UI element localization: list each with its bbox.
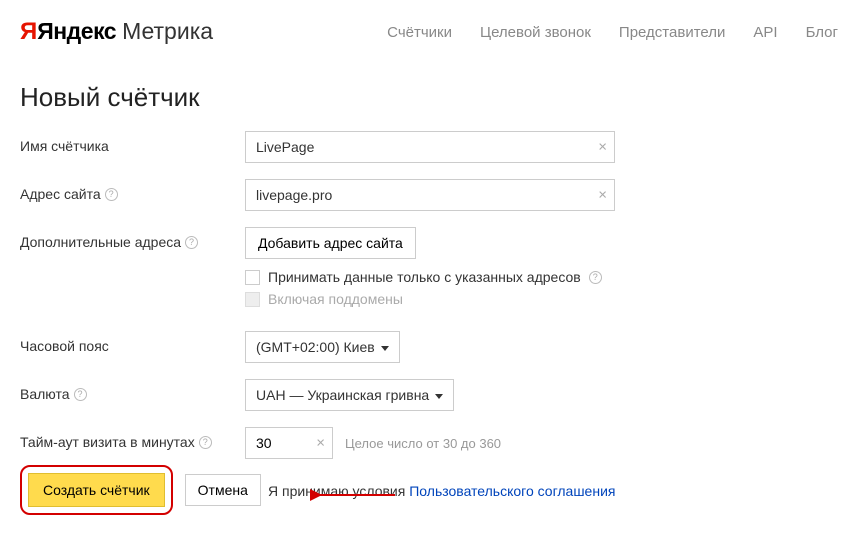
- top-nav: Счётчики Целевой звонок Представители AP…: [387, 24, 838, 41]
- logo-yandex-text: Яндекс: [37, 18, 116, 44]
- add-site-address-button[interactable]: Добавить адрес сайта: [245, 227, 416, 259]
- help-icon[interactable]: ?: [199, 436, 212, 449]
- clear-icon[interactable]: ×: [316, 435, 325, 452]
- timezone-select[interactable]: (GMT+02:00) Киев: [245, 331, 400, 363]
- label-site-address: Адрес сайта ?: [20, 179, 245, 202]
- cancel-button[interactable]: Отмена: [185, 474, 261, 506]
- nav-representatives[interactable]: Представители: [619, 24, 725, 41]
- counter-form: Имя счётчика × Адрес сайта ? × Дополните…: [0, 131, 862, 499]
- timeout-hint: Целое число от 30 до 360: [345, 436, 501, 451]
- accept-only-specified-checkbox[interactable]: [245, 270, 260, 285]
- label-counter-name: Имя счётчика: [20, 131, 245, 154]
- label-currency: Валюта ?: [20, 379, 245, 402]
- label-additional-addresses: Дополнительные адреса ?: [20, 227, 245, 250]
- accept-only-specified-label: Принимать данные только с указанных адре…: [268, 269, 581, 285]
- nav-target-call[interactable]: Целевой звонок: [480, 24, 591, 41]
- chevron-down-icon: [381, 346, 389, 351]
- arrow-annotation-icon: [310, 483, 400, 507]
- site-address-input[interactable]: [245, 179, 615, 211]
- label-timeout: Тайм-аут визита в минутах ?: [20, 427, 245, 450]
- help-icon[interactable]: ?: [589, 271, 602, 284]
- counter-name-input[interactable]: [245, 131, 615, 163]
- help-icon[interactable]: ?: [74, 388, 87, 401]
- logo-metrika-text: Метрика: [122, 18, 213, 45]
- page-title: Новый счётчик: [20, 82, 862, 113]
- help-icon[interactable]: ?: [105, 188, 118, 201]
- clear-icon[interactable]: ×: [598, 187, 607, 204]
- include-subdomains-checkbox: [245, 292, 260, 307]
- footer-actions: Создать счётчик Отмена: [20, 465, 261, 515]
- chevron-down-icon: [435, 394, 443, 399]
- create-counter-button[interactable]: Создать счётчик: [28, 473, 165, 507]
- include-subdomains-label: Включая поддомены: [268, 291, 403, 307]
- currency-select[interactable]: UAH — Украинская гривна: [245, 379, 454, 411]
- logo[interactable]: ЯЯндекс Метрика: [20, 18, 213, 46]
- help-icon[interactable]: ?: [185, 236, 198, 249]
- label-timezone: Часовой пояс: [20, 331, 245, 354]
- nav-blog[interactable]: Блог: [806, 24, 838, 41]
- highlight-annotation: Создать счётчик: [20, 465, 173, 515]
- clear-icon[interactable]: ×: [598, 139, 607, 156]
- header: ЯЯндекс Метрика Счётчики Целевой звонок …: [0, 0, 862, 54]
- nav-api[interactable]: API: [753, 24, 777, 41]
- nav-counters[interactable]: Счётчики: [387, 24, 452, 41]
- user-agreement-link[interactable]: Пользовательского соглашения: [409, 483, 615, 499]
